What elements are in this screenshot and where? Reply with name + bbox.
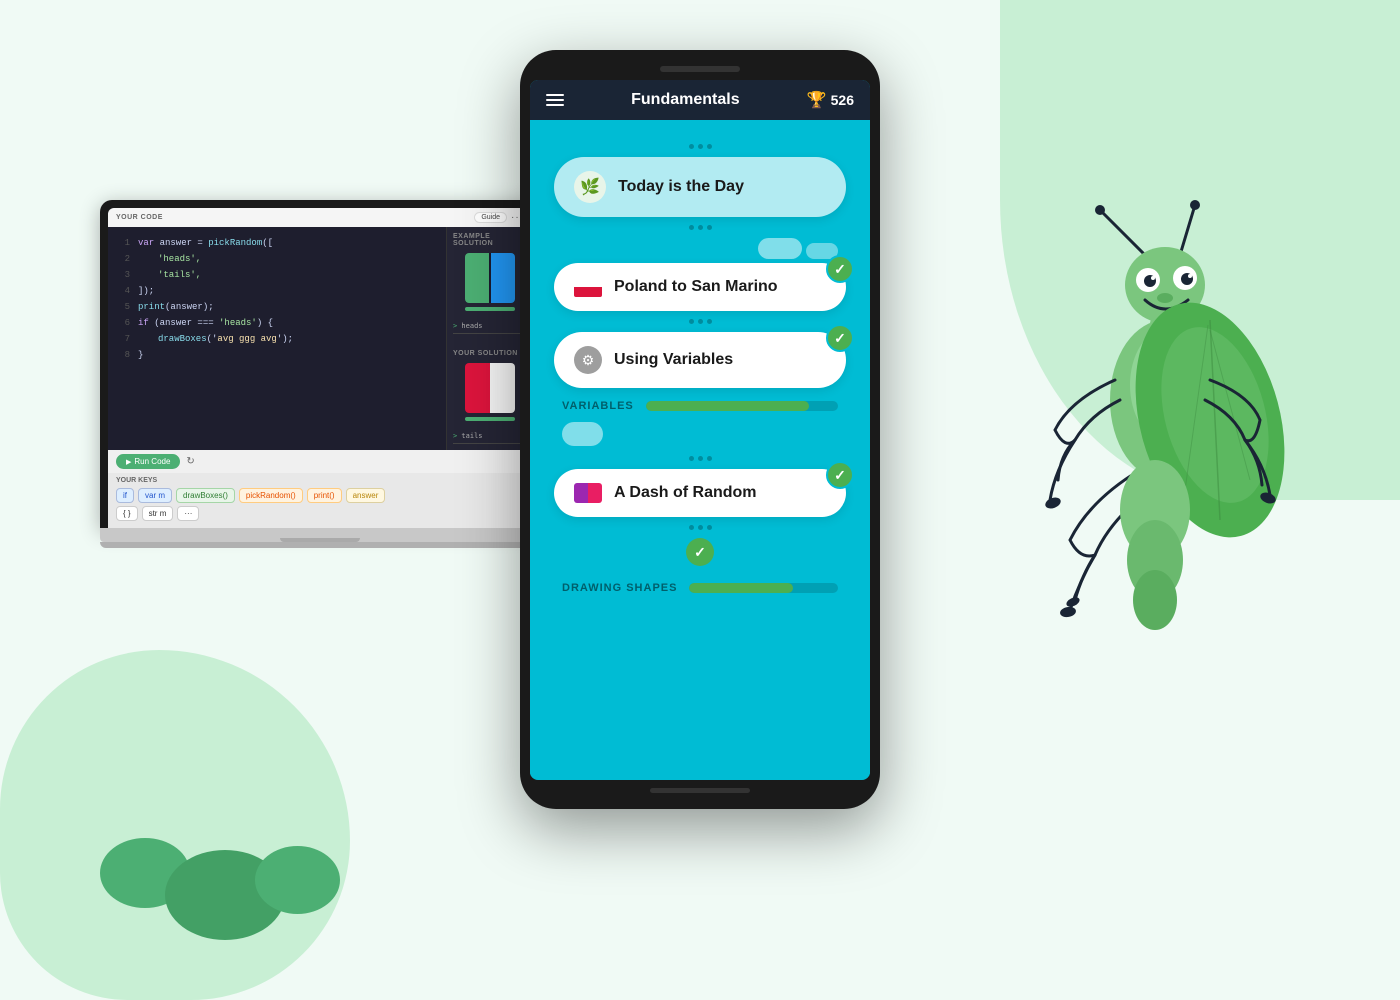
laptop-screen-inner: YOUR CODE Guide ··· 1 var answer = pickR… <box>108 208 532 528</box>
phone-bottom-bar <box>530 788 870 793</box>
key-drawboxes[interactable]: drawBoxes() <box>176 488 235 503</box>
hamburger-line <box>546 104 564 106</box>
solution-preview <box>465 363 515 413</box>
cloud-row-1 <box>546 238 854 259</box>
dotted-line-top <box>546 144 854 149</box>
drawing-progress-fill <box>689 583 793 593</box>
lesson-dash[interactable]: A Dash of Random ✓ <box>554 469 846 517</box>
code-line-1: 1 var answer = pickRandom([ <box>120 235 434 251</box>
lesson-title-today: Today is the Day <box>618 178 826 196</box>
key-print[interactable]: print() <box>307 488 342 503</box>
solution-label: YOUR SOLUTION <box>453 350 526 357</box>
hamburger-menu[interactable] <box>546 94 564 106</box>
phone: Fundamentals 🏆 526 🌿 Today is the Day <box>520 50 880 809</box>
bush-decoration <box>100 838 340 940</box>
code-line-4: 4 ]); <box>120 283 434 299</box>
reload-icon[interactable]: ↻ <box>186 456 194 467</box>
laptop-bottom <box>100 542 540 548</box>
toolbar-right: Guide ··· <box>474 212 524 223</box>
phone-speaker <box>660 66 740 72</box>
code-line-2: 2 'heads', <box>120 251 434 267</box>
guide-button[interactable]: Guide <box>474 212 507 223</box>
app-title: Fundamentals <box>631 91 739 109</box>
phone-body: Fundamentals 🏆 526 🌿 Today is the Day <box>520 50 880 809</box>
home-indicator <box>650 788 750 793</box>
your-code-label: YOUR CODE <box>116 214 163 221</box>
lesson-today[interactable]: 🌿 Today is the Day <box>554 157 846 217</box>
code-line-6: 6 if (answer === 'heads') { <box>120 315 434 331</box>
output-section: > heads <box>453 319 526 334</box>
editor-area: 1 var answer = pickRandom([ 2 'heads', 3… <box>108 227 532 450</box>
key-var[interactable]: var m <box>138 488 172 503</box>
key-ellipsis[interactable]: ··· <box>177 506 199 521</box>
variables-progress-section: VARIABLES <box>546 392 854 420</box>
laptop: YOUR CODE Guide ··· 1 var answer = pickR… <box>100 200 540 548</box>
example-preview <box>465 253 515 303</box>
completed-badge-dash: ✓ <box>826 461 854 489</box>
key-pickrandom[interactable]: pickRandom() <box>239 488 303 503</box>
dotted-line-2 <box>546 319 854 324</box>
completed-badge-poland: ✓ <box>826 255 854 283</box>
variables-progress-fill <box>646 401 809 411</box>
keys-row-1: if var m drawBoxes() pickRandom() print(… <box>116 488 524 503</box>
drawing-progress-bar <box>689 583 838 593</box>
poland-flag-icon <box>574 277 602 297</box>
score-text: 526 <box>831 92 854 108</box>
grasshopper-character <box>1040 200 1320 800</box>
phone-content: 🌿 Today is the Day <box>530 120 870 776</box>
completed-badge-variables: ✓ <box>826 324 854 352</box>
your-keys-label: YOUR KEYS <box>116 477 524 484</box>
gear-icon: ⚙ <box>574 346 602 374</box>
hamburger-line <box>546 94 564 96</box>
hamburger-line <box>546 99 564 101</box>
lesson-variables[interactable]: ⚙ Using Variables ✓ <box>554 332 846 388</box>
code-line-8: 8 } <box>120 347 434 363</box>
lesson-title-poland: Poland to San Marino <box>614 278 826 296</box>
output-heads: > heads <box>453 319 526 334</box>
laptop-screen: YOUR CODE Guide ··· 1 var answer = pickR… <box>100 200 540 528</box>
leaf-icon: 🌿 <box>574 171 606 203</box>
code-line-7: 7 drawBoxes('avg ggg avg'); <box>120 331 434 347</box>
dotted-line-3 <box>546 456 854 461</box>
code-line-5: 5 print(answer); <box>120 299 434 315</box>
code-editor[interactable]: 1 var answer = pickRandom([ 2 'heads', 3… <box>108 227 447 450</box>
key-answer[interactable]: answer <box>346 488 386 503</box>
cloud-row-2 <box>546 420 854 448</box>
example-label: EXAMPLE SOLUTION <box>453 233 526 247</box>
run-code-button[interactable]: Run Code <box>116 454 180 469</box>
output-tails: > tails <box>453 429 526 444</box>
laptop-toolbar: YOUR CODE Guide ··· <box>108 208 532 227</box>
next-check-area: ✓ <box>546 538 854 566</box>
phone-notch <box>530 66 870 72</box>
key-braces[interactable]: { } <box>116 506 138 521</box>
drawing-progress-section: DRAWING SHAPES <box>546 574 854 602</box>
dotted-line-1 <box>546 225 854 230</box>
trophy-score: 🏆 526 <box>807 90 854 110</box>
keys-section: YOUR KEYS if var m drawBoxes() pickRando… <box>108 473 532 528</box>
keys-row-2: { } str m ··· <box>116 506 524 521</box>
phone-nav-bar: Fundamentals 🏆 526 <box>530 80 870 120</box>
trophy-icon: 🏆 <box>807 90 827 110</box>
run-code-bar: Run Code ↻ <box>108 450 532 473</box>
lesson-poland[interactable]: Poland to San Marino ✓ <box>554 263 846 311</box>
bg-blob-left <box>0 650 350 1000</box>
lesson-title-variables: Using Variables <box>614 351 826 369</box>
drawing-label: DRAWING SHAPES <box>562 582 677 594</box>
dotted-line-4 <box>546 525 854 530</box>
lesson-title-dash: A Dash of Random <box>614 484 826 502</box>
variables-label: VARIABLES <box>562 400 634 412</box>
dash-icon <box>574 483 602 503</box>
key-if[interactable]: if <box>116 488 134 503</box>
code-line-3: 3 'tails', <box>120 267 434 283</box>
variables-progress-bar <box>646 401 838 411</box>
phone-screen: Fundamentals 🏆 526 🌿 Today is the Day <box>530 80 870 780</box>
key-str[interactable]: str m <box>142 506 174 521</box>
laptop-base <box>100 528 540 542</box>
